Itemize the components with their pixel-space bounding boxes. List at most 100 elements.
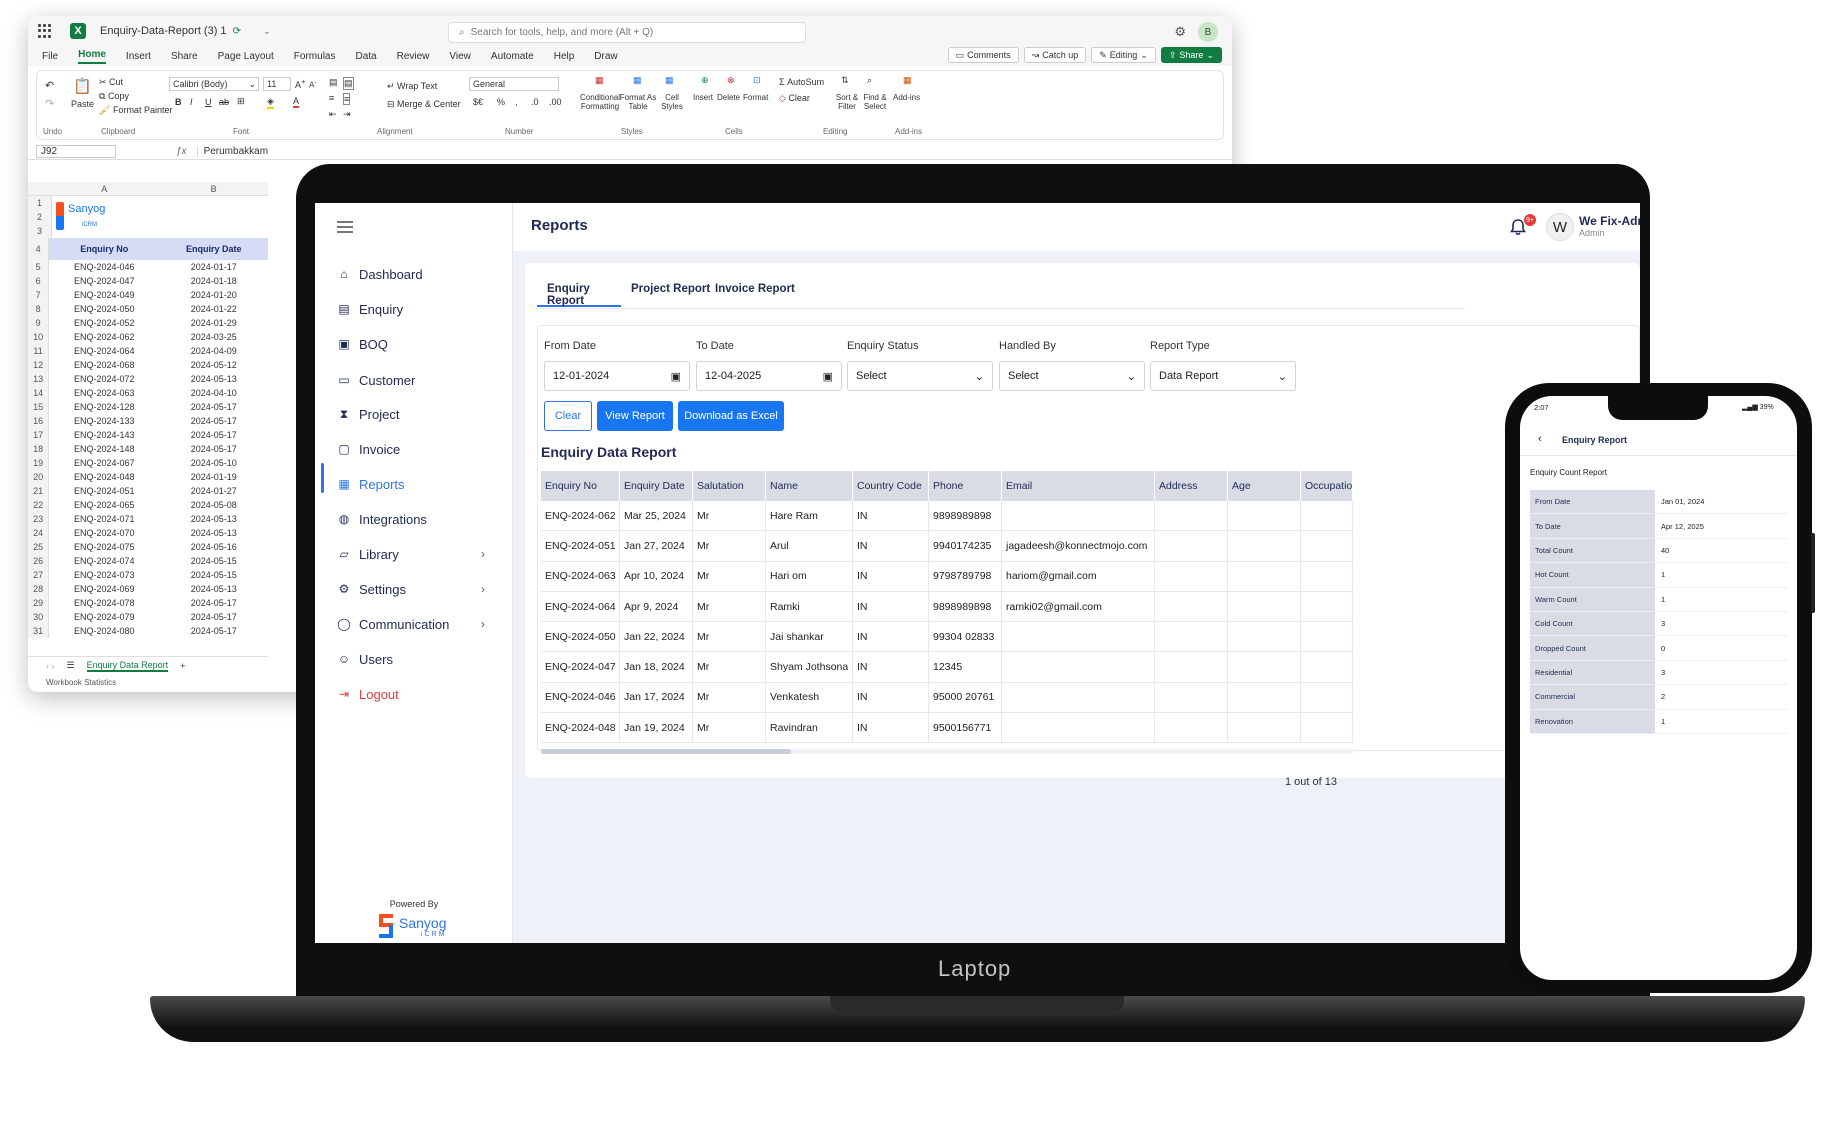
excel-file-name[interactable]: Enquiry-Data-Report (3) 1 <box>100 25 227 37</box>
sheet-cell[interactable]: ENQ-2024-067 <box>49 456 159 470</box>
calendar-icon[interactable]: ▣ <box>671 370 681 383</box>
sheet-cell[interactable]: ENQ-2024-080 <box>49 624 159 638</box>
sheet-cell[interactable]: 2024-05-17 <box>159 596 268 610</box>
menu-help[interactable]: Help <box>554 51 575 62</box>
align-center-icon[interactable]: ≡ <box>343 93 351 105</box>
sheet-cell[interactable]: 2024-05-17 <box>159 428 268 442</box>
number-format-select[interactable]: General <box>469 77 559 91</box>
menu-icon[interactable] <box>337 221 353 236</box>
table-scrollbar[interactable] <box>541 749 1353 754</box>
sheet-cell[interactable]: 2024-01-20 <box>159 288 268 302</box>
redo-icon[interactable]: ↷ <box>45 97 54 110</box>
row-number[interactable]: 7 <box>28 288 50 302</box>
sheet-cell[interactable]: ENQ-2024-072 <box>49 372 159 386</box>
sheet-grid[interactable]: A B 123 Sanyog iCRM 4 Enquiry No Enquiry… <box>28 182 269 638</box>
sheet-cell[interactable]: 2024-01-22 <box>159 302 268 316</box>
increase-decimal-icon[interactable]: .0 <box>531 97 539 107</box>
row-number[interactable]: 21 <box>28 484 50 498</box>
app-launcher-icon[interactable] <box>38 24 52 38</box>
row-number[interactable]: 8 <box>28 302 50 316</box>
chevron-down-icon[interactable]: ⌄ <box>263 26 271 37</box>
row-number[interactable]: 27 <box>28 568 50 582</box>
sheet-cell[interactable]: ENQ-2024-079 <box>49 610 159 624</box>
font-size-select[interactable]: 11 <box>263 77 291 91</box>
font-shrink-icon[interactable]: A- <box>309 79 317 90</box>
decrease-decimal-icon[interactable]: .00 <box>549 97 562 107</box>
menu-share[interactable]: Share <box>171 51 198 62</box>
table-row[interactable]: ENQ-2024-050 Jan 22, 2024 Mr Jai shankar IN 9… <box>541 622 1353 653</box>
sheet-cell[interactable]: ENQ-2024-064 <box>49 344 159 358</box>
view-report-button[interactable]: View Report <box>597 401 673 431</box>
sheet-cell[interactable]: 2024-01-19 <box>159 470 268 484</box>
add-sheet-icon[interactable]: + <box>180 661 185 671</box>
sheet-nav-icon[interactable]: ‹ › <box>46 661 55 671</box>
format-cells-icon[interactable]: ⊡ <box>753 75 761 86</box>
sheet-cell[interactable]: 2024-05-08 <box>159 498 268 512</box>
sheet-cell[interactable]: ENQ-2024-074 <box>49 554 159 568</box>
sheet-cell[interactable]: 2024-05-15 <box>159 554 268 568</box>
sheet-cell[interactable]: ENQ-2024-148 <box>49 442 159 456</box>
percent-icon[interactable]: % <box>497 97 505 107</box>
download-excel-button[interactable]: Download as Excel <box>678 401 784 431</box>
table-row[interactable]: ENQ-2024-062 Mar 25, 2024 Mr Hare Ram IN 9898… <box>541 501 1353 532</box>
addins-icon[interactable]: ▦ <box>903 75 912 86</box>
italic-icon[interactable]: I <box>190 97 193 107</box>
sheet-cell[interactable]: ENQ-2024-133 <box>49 414 159 428</box>
sidebar-item-users[interactable]: ☺ Users <box>337 648 393 670</box>
row-number[interactable]: 16 <box>28 414 50 428</box>
conditional-formatting-icon[interactable]: ▦ <box>595 75 604 86</box>
format-painter-button[interactable]: 🖌 Format Painter <box>99 105 172 116</box>
sidebar-item-project[interactable]: ⧗ Project <box>337 403 400 425</box>
sheet-cell[interactable]: 2024-01-17 <box>159 260 268 274</box>
insert-cells-button[interactable]: Insert <box>693 93 713 102</box>
menu-home[interactable]: Home <box>78 49 106 64</box>
gear-icon[interactable]: ⚙ <box>1174 24 1186 40</box>
outdent-icon[interactable]: ⇥ <box>343 109 351 120</box>
cut-button[interactable]: ✂ Cut <box>99 77 123 88</box>
format-as-table-icon[interactable]: ▦ <box>633 75 642 86</box>
font-name-select[interactable]: Calibri (Body) ⌄ <box>169 77 259 91</box>
sidebar-item-dashboard[interactable]: ⌂ Dashboard <box>337 263 422 285</box>
find-select-button[interactable]: Find & Select <box>859 93 891 111</box>
insert-cells-icon[interactable]: ⊕ <box>701 75 709 86</box>
addins-button[interactable]: Add-ins <box>893 93 920 102</box>
sheet-cell[interactable]: 2024-05-15 <box>159 568 268 582</box>
editing-button[interactable]: ✎ Editing ⌄ <box>1091 47 1156 63</box>
calendar-icon[interactable]: ▣ <box>823 370 833 383</box>
to-date-input[interactable]: 12-04-2025 ▣ <box>696 361 842 391</box>
menu-review[interactable]: Review <box>397 51 430 62</box>
sheet-cell[interactable]: ENQ-2024-143 <box>49 428 159 442</box>
clear-button[interactable]: ◇ Clear <box>779 93 810 104</box>
row-number[interactable]: 20 <box>28 470 50 484</box>
column-header-b[interactable]: B <box>159 182 268 195</box>
menu-draw[interactable]: Draw <box>594 51 617 62</box>
handled-by-select[interactable]: Select ⌄ <box>999 361 1145 391</box>
sidebar-item-boq[interactable]: ▣ BOQ <box>337 333 388 355</box>
row-number[interactable]: 24 <box>28 526 50 540</box>
table-row[interactable]: ENQ-2024-048 Jan 19, 2024 Mr Ravindran IN 950… <box>541 713 1353 744</box>
sheet-cell[interactable]: ENQ-2024-047 <box>49 274 159 288</box>
report-type-select[interactable]: Data Report ⌄ <box>1150 361 1296 391</box>
sheet-tab-enquiry-data-report[interactable]: Enquiry Data Report <box>86 660 169 672</box>
user-name[interactable]: We Fix-Admin <box>1579 214 1640 228</box>
table-row[interactable]: ENQ-2024-063 Apr 10, 2024 Mr Hari om IN 97987… <box>541 561 1353 592</box>
menu-formulas[interactable]: Formulas <box>294 51 336 62</box>
row-number[interactable]: 13 <box>28 372 50 386</box>
format-cells-button[interactable]: Format <box>743 93 768 102</box>
sidebar-item-enquiry[interactable]: ▤ Enquiry <box>337 298 403 320</box>
delete-cells-icon[interactable]: ⊗ <box>727 75 735 86</box>
sheet-cell[interactable]: ENQ-2024-073 <box>49 568 159 582</box>
font-grow-icon[interactable]: A+ <box>295 77 305 90</box>
currency-icon[interactable]: $€ <box>473 97 483 107</box>
row-number[interactable]: 11 <box>28 344 50 358</box>
underline-icon[interactable]: U <box>205 97 212 107</box>
find-select-icon[interactable]: ⌕ <box>867 75 872 86</box>
sheet-cell[interactable]: ENQ-2024-062 <box>49 330 159 344</box>
sheet-header-cell[interactable]: Enquiry No <box>49 238 160 260</box>
row-number[interactable]: 12 <box>28 358 50 372</box>
sheet-cell[interactable]: ENQ-2024-075 <box>49 540 159 554</box>
sidebar-item-reports[interactable]: ▦ Reports <box>337 473 404 495</box>
sheet-cell[interactable]: ENQ-2024-048 <box>49 470 159 484</box>
workbook-statistics[interactable]: Workbook Statistics <box>46 678 116 687</box>
sheet-cell[interactable]: 2024-01-18 <box>159 274 268 288</box>
